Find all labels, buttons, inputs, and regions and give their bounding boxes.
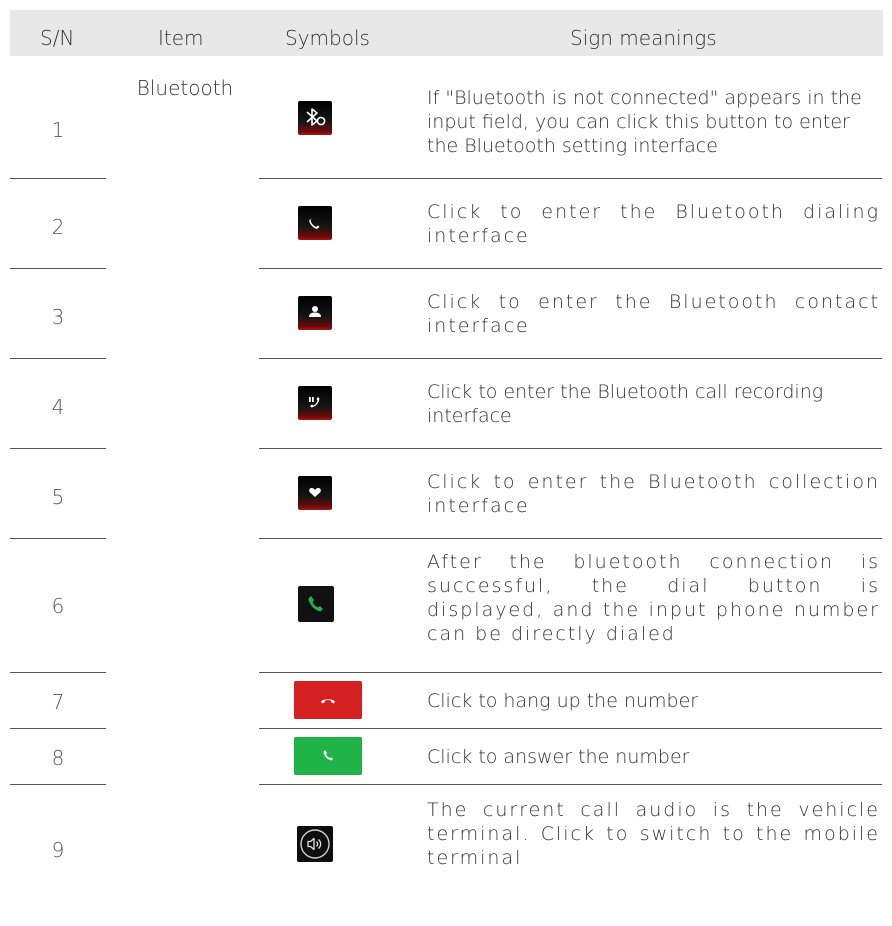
header-symbols: Symbols <box>285 26 370 50</box>
phone-dial-icon <box>298 206 332 240</box>
table-row: 6 After the bluetooth connection is succ… <box>10 538 883 672</box>
bluetooth-disconnected-icon <box>298 101 332 135</box>
table-row: 1 If "Bluetooth is not connected" appear… <box>10 66 883 178</box>
call-recording-icon <box>298 386 332 420</box>
row-description: Click to enter the Bluetooth call record… <box>427 381 824 427</box>
speaker-audio-switch-icon <box>297 826 333 862</box>
header-item: Item <box>158 26 204 50</box>
green-dial-icon <box>298 586 334 622</box>
table-row: 3 Click to enter the Bluetooth contact i… <box>10 268 883 358</box>
row-sn: 4 <box>51 395 65 419</box>
contact-person-icon <box>298 296 332 330</box>
row-sn: 5 <box>51 485 65 509</box>
header-sign-meanings: Sign meanings <box>570 26 717 50</box>
table-row: 9 The current call audio is the vehicle … <box>10 784 883 908</box>
row-description: After the bluetooth connection is succes… <box>427 551 880 645</box>
heart-collection-icon <box>298 476 332 510</box>
row-description: Click to enter the Bluetooth contact int… <box>427 291 880 337</box>
table-row: 5 Click to enter the Bluetooth collectio… <box>10 448 883 538</box>
row-sn: 9 <box>51 838 65 862</box>
row-description: The current call audio is the vehicle te… <box>427 799 880 869</box>
row-description: If "Bluetooth is not connected" appears … <box>427 87 862 157</box>
row-description: Click to enter the Bluetooth collection … <box>427 471 880 517</box>
table-row: 2 Click to enter the Bluetooth dialing i… <box>10 178 883 268</box>
row-sn: 1 <box>51 118 65 142</box>
answer-button-icon <box>294 737 362 775</box>
table-row: 7 Click to hang up the number <box>10 672 883 728</box>
table-header: S/N Item Symbols Sign meanings <box>10 10 883 56</box>
row-description: Click to answer the number <box>427 746 690 768</box>
table-row: 4 Click to enter the Bluetooth call reco… <box>10 358 883 448</box>
row-sn: 6 <box>51 594 65 618</box>
row-description: Click to enter the Bluetooth dialing int… <box>427 201 880 247</box>
row-sn: 2 <box>51 215 65 239</box>
hang-up-button-icon <box>294 681 362 719</box>
row-description: Click to hang up the number <box>427 690 699 712</box>
row-sn: 7 <box>51 690 65 714</box>
header-sn: S/N <box>40 26 75 50</box>
row-sn: 3 <box>51 305 65 329</box>
table-row: 8 Click to answer the number <box>10 728 883 784</box>
row-sn: 8 <box>51 746 65 770</box>
